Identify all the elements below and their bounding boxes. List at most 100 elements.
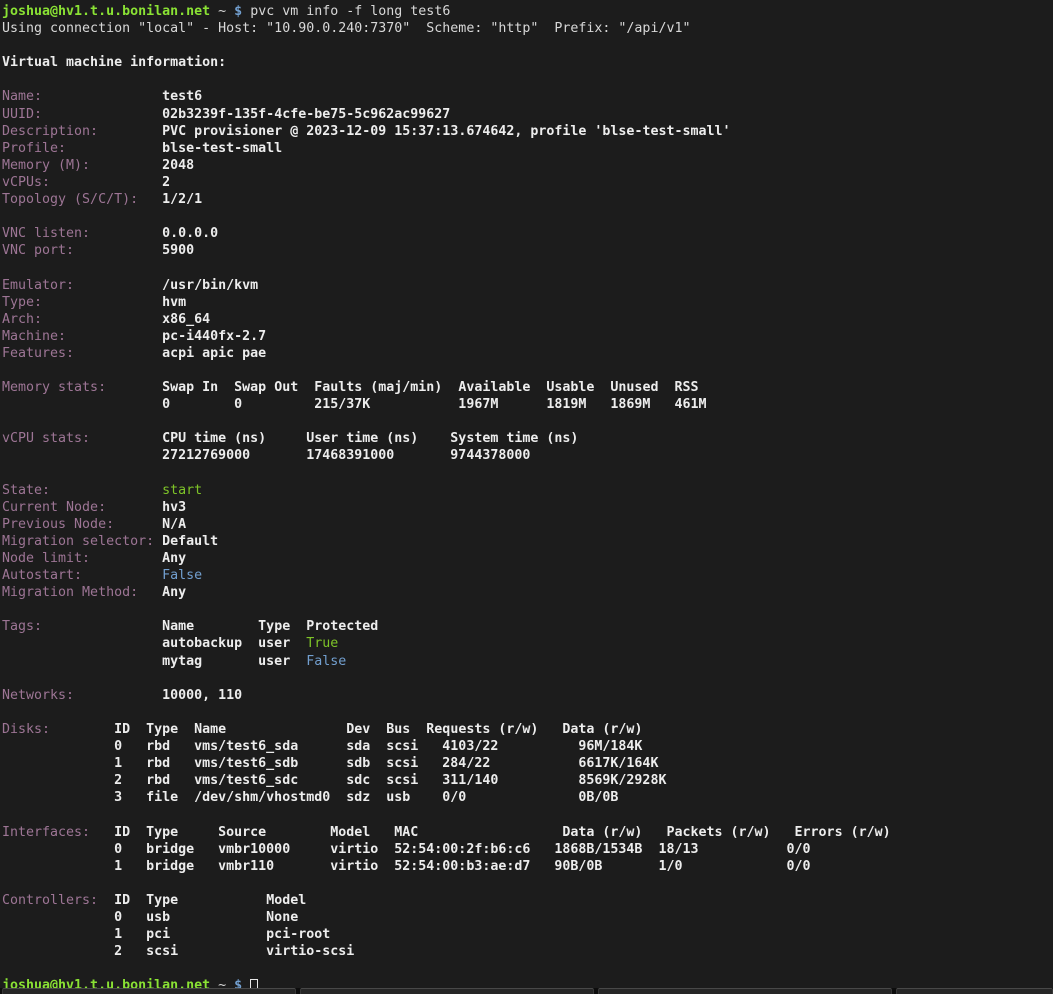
taskbar-tab-edge[interactable] [2,988,296,994]
terminal-line: Description: PVC provisioner @ 2023-12-0… [2,123,1053,140]
terminal-line: Memory stats: Swap In Swap Out Faults (m… [2,379,1053,396]
taskbar-tab-edge[interactable] [598,988,892,994]
field-value: 2048 [90,158,194,173]
terminal-line: Autostart: False [2,567,1053,584]
field-value: 1 bridge vmbr110 virtio 52:54:00:b3:ae:d… [2,859,811,874]
terminal-line: 1 bridge vmbr110 virtio 52:54:00:b3:ae:d… [2,858,1053,875]
terminal-line: joshua@hv1.t.u.bonilan.net ~ $ pvc vm in… [2,3,1053,20]
field-value: hv3 [106,500,186,515]
field-value: 27212769000 17468391000 9744378000 [2,448,530,463]
terminal-line: autobackup user True [2,635,1053,652]
terminal-text: ~ [210,4,234,19]
taskbar-tab-edge[interactable] [896,988,1053,994]
terminal-line: 0 bridge vmbr10000 virtio 52:54:00:2f:b6… [2,841,1053,858]
field-value: N/A [114,517,186,532]
prompt-dollar-sign: $ [234,4,242,19]
table-header: Name Type Protected [42,619,378,634]
field-label: Current Node: [2,500,106,515]
field-label: Autostart: [2,568,82,583]
terminal-line: State: start [2,482,1053,499]
terminal-line: 2 rbd vms/test6_sdc sdc scsi 311/140 856… [2,772,1053,789]
field-value: 1 pci pci-root [2,927,330,942]
terminal-line [2,37,1053,54]
boolean-value: False [82,568,202,583]
field-value: Any [90,551,186,566]
terminal-line: Topology (S/C/T): 1/2/1 [2,191,1053,208]
terminal-line [2,71,1053,88]
terminal-line: Current Node: hv3 [2,499,1053,516]
field-value: 1 rbd vms/test6_sdb sdb scsi 284/22 6617… [2,756,658,771]
field-label: Machine: [2,329,66,344]
status-value: start [50,483,202,498]
terminal-line: Node limit: Any [2,550,1053,567]
terminal-line: Arch: x86_64 [2,311,1053,328]
terminal-line: Features: acpi apic pae [2,345,1053,362]
table-header: Virtual machine information: [2,55,226,70]
field-label: Emulator: [2,278,74,293]
status-value: True [306,636,338,651]
terminal-line: Disks: ID Type Name Dev Bus Requests (r/… [2,721,1053,738]
field-value: PVC provisioner @ 2023-12-09 15:37:13.67… [98,124,730,139]
table-header: ID Type Source Model MAC Data (r/w) Pack… [90,825,891,840]
terminal-line: Using connection "local" - Host: "10.90.… [2,20,1053,37]
field-label: UUID: [2,107,42,122]
taskbar-strip [0,988,1053,994]
field-label: Memory (M): [2,158,90,173]
field-label: State: [2,483,50,498]
terminal-line: Migration Method: Any [2,584,1053,601]
terminal-line: UUID: 02b3239f-135f-4cfe-be75-5c962ac996… [2,106,1053,123]
field-label: Node limit: [2,551,90,566]
field-value: test6 [42,89,202,104]
boolean-value: False [306,654,346,669]
field-label: Type: [2,295,42,310]
field-value: mytag user [2,654,306,669]
terminal-line: Interfaces: ID Type Source Model MAC Dat… [2,824,1053,841]
prompt-user-host: joshua@hv1.t.u.bonilan.net [2,4,210,19]
field-label: Migration Method: [2,585,138,600]
field-label: Features: [2,346,74,361]
terminal-line [2,413,1053,430]
field-value: pc-i440fx-2.7 [66,329,266,344]
terminal-line: 27212769000 17468391000 9744378000 [2,447,1053,464]
terminal-line [2,208,1053,225]
taskbar-tab-edge[interactable] [300,988,594,994]
field-label: Topology (S/C/T): [2,192,138,207]
field-label: Networks: [2,688,74,703]
terminal-line: vCPU stats: CPU time (ns) User time (ns)… [2,430,1053,447]
terminal-line [2,601,1053,618]
terminal-line: 1 rbd vms/test6_sdb sdb scsi 284/22 6617… [2,755,1053,772]
field-label: VNC port: [2,243,74,258]
terminal-window[interactable]: joshua@hv1.t.u.bonilan.net ~ $ pvc vm in… [0,0,1053,994]
field-value: Any [138,585,186,600]
table-header: ID Type Name Dev Bus Requests (r/w) Data… [50,722,642,737]
terminal-line [2,259,1053,276]
terminal-line: Memory (M): 2048 [2,157,1053,174]
table-header: ID Type Model [98,893,306,908]
terminal-line: Virtual machine information: [2,54,1053,71]
terminal-line: Migration selector: Default [2,533,1053,550]
terminal-line [2,806,1053,823]
field-label: Name: [2,89,42,104]
field-label: vCPUs: [2,175,50,190]
field-value: 02b3239f-135f-4cfe-be75-5c962ac99627 [42,107,450,122]
field-value: 10000, 110 [74,688,242,703]
terminal-line: 0 rbd vms/test6_sda sda scsi 4103/22 96M… [2,738,1053,755]
terminal-line: 3 file /dev/shm/vhostmd0 sdz usb 0/0 0B/… [2,789,1053,806]
table-header: Swap In Swap Out Faults (maj/min) Availa… [106,380,698,395]
field-label: Disks: [2,722,50,737]
field-label: vCPU stats: [2,431,90,446]
field-value: blse-test-small [66,141,282,156]
field-value: 0 usb None [2,910,298,925]
field-value: 0 0 215/37K 1967M 1819M 1869M 461M [2,397,706,412]
field-label: Memory stats: [2,380,106,395]
terminal-line: Networks: 10000, 110 [2,687,1053,704]
field-label: Migration selector: [2,534,154,549]
terminal-line: Type: hvm [2,294,1053,311]
field-value: acpi apic pae [74,346,266,361]
terminal-line [2,670,1053,687]
field-value: 5900 [74,243,194,258]
terminal-line [2,960,1053,977]
field-value: 2 scsi virtio-scsi [2,944,354,959]
terminal-line: Emulator: /usr/bin/kvm [2,277,1053,294]
terminal-line: vCPUs: 2 [2,174,1053,191]
